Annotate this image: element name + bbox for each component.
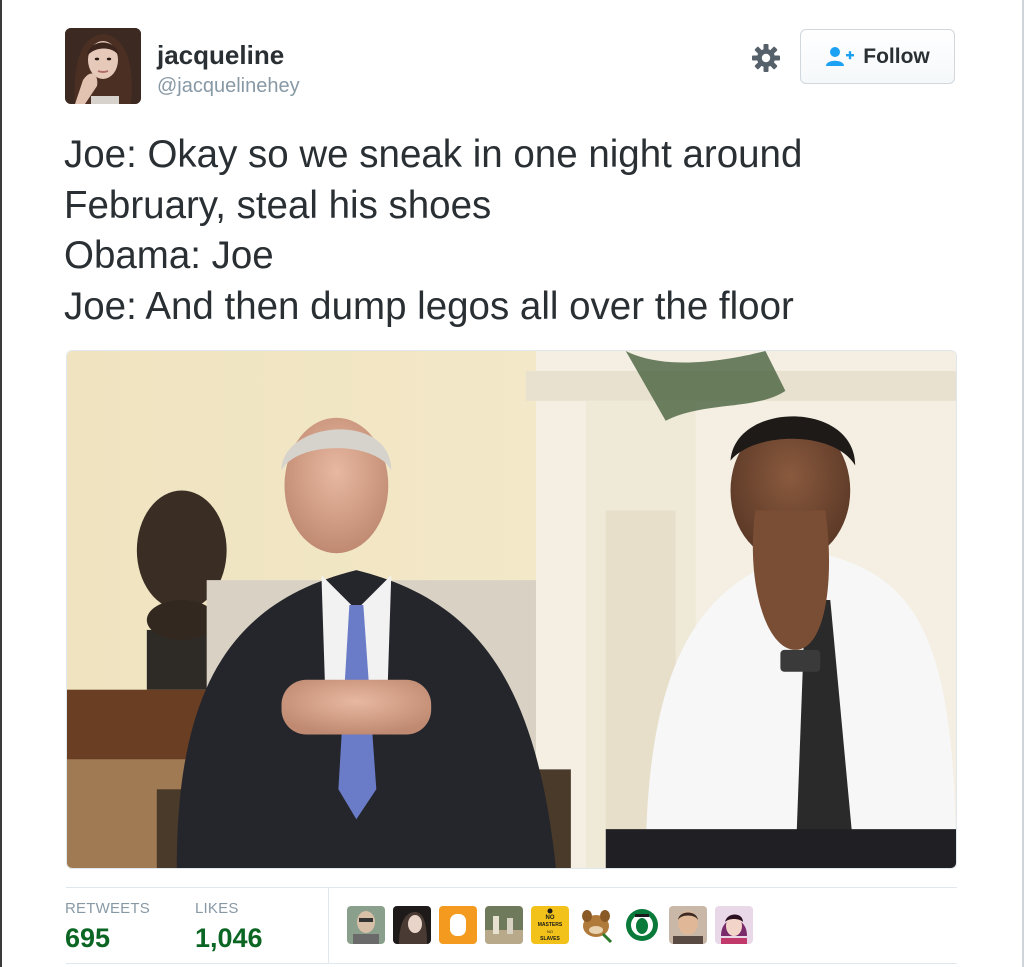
tweet-line: February, steal his shoes (64, 183, 492, 227)
liker-avatar[interactable] (669, 906, 707, 944)
follow-button[interactable]: Follow (800, 29, 955, 84)
liker-avatar[interactable] (715, 906, 753, 944)
stats-divider-top (66, 887, 957, 888)
poster-text-small: NO (547, 929, 553, 934)
liker-avatar[interactable] (393, 906, 431, 944)
poster-text-bottom: SLAVES (540, 936, 560, 942)
liker-avatar[interactable] (439, 906, 477, 944)
avatar-image (65, 28, 141, 104)
tweet-line: Joe: And then dump legos all over the fl… (64, 284, 794, 328)
window-left-edge (0, 0, 2, 967)
liker-avatar[interactable] (577, 906, 615, 944)
retweets-label[interactable]: RETWEETS (65, 900, 150, 917)
stats-divider-bottom (66, 963, 957, 964)
stats-divider-vertical (328, 888, 329, 963)
retweets-count[interactable]: 695 (65, 923, 110, 954)
liker-avatar[interactable] (485, 906, 523, 944)
follow-label: Follow (863, 44, 930, 68)
add-user-icon (826, 46, 855, 66)
tweet-line: Obama: Joe (64, 234, 274, 277)
user-display-name[interactable]: jacqueline (157, 40, 284, 71)
tweet-photo[interactable] (66, 350, 957, 869)
liker-avatars: NO MASTERS NO SLAVES (347, 906, 753, 944)
user-handle[interactable]: @jacquelinehey (157, 75, 300, 98)
liker-avatar[interactable] (347, 906, 385, 944)
user-avatar[interactable] (65, 28, 141, 104)
poster-text-top: NO (546, 915, 555, 921)
photo-image (67, 351, 956, 868)
tweet-text: Joe: Okay so we sneak in one night aroun… (64, 130, 964, 332)
likes-label[interactable]: LIKES (195, 900, 239, 917)
likes-count[interactable]: 1,046 (195, 923, 263, 954)
gear-icon[interactable] (750, 42, 782, 74)
liker-avatar[interactable] (623, 906, 661, 944)
poster-text-middle: MASTERS (538, 922, 563, 928)
liker-avatar-poster[interactable]: NO MASTERS NO SLAVES (531, 906, 569, 944)
tweet-line: Joe: Okay so we sneak in one night aroun… (64, 133, 803, 176)
